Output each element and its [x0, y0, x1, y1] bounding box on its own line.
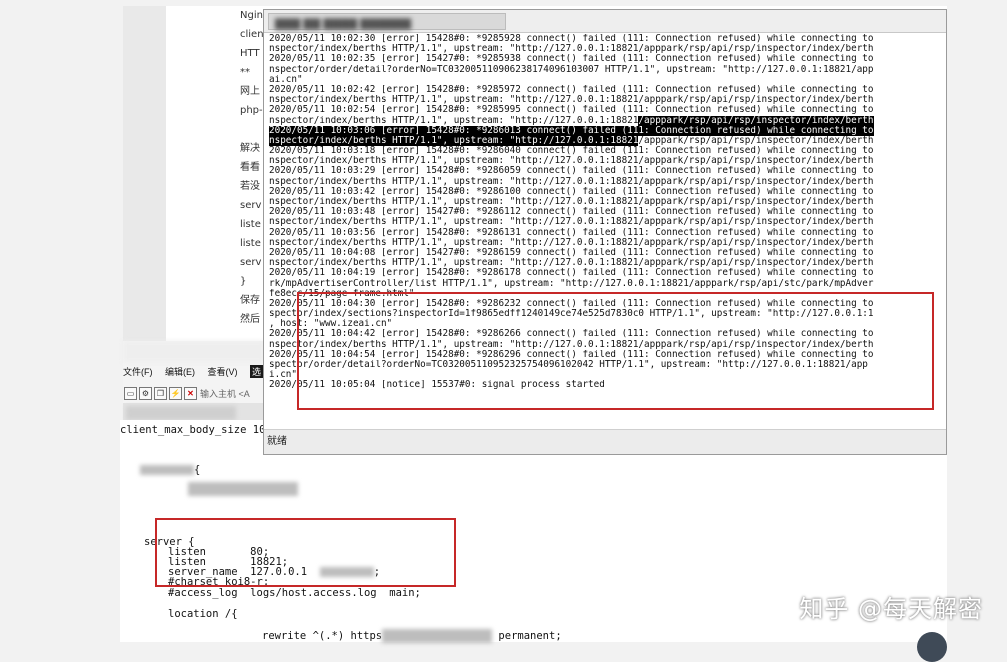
log-line: 2020/05/11 10:03:29 [error] 15428#0: *92…	[269, 166, 874, 177]
config-line: rewrite ^(.*) https permanent;	[262, 629, 562, 643]
log-window-tab[interactable]: ▇▇▇ ▇▇ ▇▇▇▇ ▇▇▇▇▇▇	[268, 13, 506, 30]
redacted-text	[188, 482, 298, 496]
folder-icon[interactable]: ▭	[124, 387, 137, 400]
log-line: ai.cn"	[269, 74, 303, 85]
config-line: client_max_body_size 10	[120, 424, 266, 436]
log-line: 2020/05/11 10:04:08 [error] 15427#0: *92…	[269, 247, 874, 258]
avatar	[917, 632, 947, 662]
log-line: nspector/index/berths HTTP/1.1", upstrea…	[269, 197, 874, 207]
log-line: 2020/05/11 10:02:30 [error] 15428#0: *92…	[269, 34, 874, 44]
connect-icon[interactable]: ⚙	[139, 387, 152, 400]
editor-toolbar: ▭ ⚙ ❐ ⚡ ✕ 输入主机 <A	[123, 383, 265, 401]
log-line: 2020/05/11 10:03:56 [error] 15428#0: *92…	[269, 227, 874, 238]
menu-edit[interactable]: 编辑(E)	[165, 365, 195, 378]
config-line: location /{	[168, 608, 238, 620]
menu-view[interactable]: 查看(V)	[208, 365, 238, 378]
log-line: nspector/index/berths HTTP/1.1", upstrea…	[269, 44, 874, 55]
log-window-titlebar[interactable]: ▇▇▇ ▇▇ ▇▇▇▇ ▇▇▇▇▇▇	[264, 10, 946, 33]
log-line: 2020/05/11 10:02:35 [error] 15427#0: *92…	[269, 54, 874, 65]
status-bar: 就绪	[264, 429, 946, 454]
log-line: nspector/index/berths HTTP/1.1", upstrea…	[269, 258, 874, 269]
editor-titlebar[interactable]	[123, 341, 265, 362]
config-line: #access_log logs/host.access.log main;	[168, 587, 421, 599]
log-line: 2020/05/11 10:03:06 [error] 15428#0: *92…	[269, 125, 946, 136]
log-line: nspector/index/berths HTTP/1.1", upstrea…	[269, 217, 874, 228]
log-line: nspector/index/berths HTTP/1.1", upstrea…	[269, 176, 874, 187]
log-line: 2020/05/11 10:03:18 [error] 15428#0: *92…	[269, 146, 874, 157]
redacted-text	[140, 465, 194, 475]
log-line: nspector/index/berths HTTP/1.1", upstrea…	[269, 115, 874, 126]
config-line	[188, 482, 298, 496]
close-icon[interactable]: ✕	[184, 387, 197, 400]
log-line: 2020/05/11 10:04:19 [error] 15428#0: *92…	[269, 268, 874, 279]
selected-text[interactable]: 2020/05/11 10:03:06 [error] 15428#0: *92…	[269, 125, 874, 136]
disconnect-icon[interactable]: ⚡	[169, 387, 182, 400]
selected-text[interactable]: /apppark/rsp/api/rsp/inspector/index/ber…	[638, 115, 874, 126]
log-line: nspector/index/berths HTTP/1.1", upstrea…	[269, 95, 874, 106]
log-line: nspector/order/detail?orderNo=TC03200511…	[269, 64, 874, 75]
log-line: 2020/05/11 10:02:54 [error] 15428#0: *92…	[269, 105, 874, 116]
config-line: {	[140, 465, 200, 476]
annotation-box-log	[297, 292, 934, 410]
log-line: rk/mpAdvertiserController/list HTTP/1.1"…	[269, 278, 874, 289]
menu-file[interactable]: 文件(F)	[123, 365, 153, 378]
host-input-label[interactable]: 输入主机 <A	[200, 387, 250, 400]
selected-text[interactable]: nspector/index/berths HTTP/1.1", upstrea…	[269, 135, 639, 146]
log-line: nspector/index/berths HTTP/1.1", upstrea…	[269, 135, 874, 146]
log-line: 2020/05/11 10:02:42 [error] 15428#0: *92…	[269, 84, 874, 95]
editor-menubar: 文件(F) 编辑(E) 查看(V) 选	[123, 365, 264, 381]
log-line: nspector/index/berths HTTP/1.1", upstrea…	[269, 156, 874, 167]
background-margin	[123, 6, 166, 341]
redacted-text	[382, 629, 493, 643]
watermark: 知乎 @每天解密	[799, 595, 983, 623]
editor-tab[interactable]	[126, 406, 236, 420]
log-line: 2020/05/11 10:03:42 [error] 15428#0: *92…	[269, 186, 874, 197]
menu-select[interactable]: 选	[250, 365, 264, 378]
log-line: nspector/index/berths HTTP/1.1", upstrea…	[269, 237, 874, 248]
editor-window: 文件(F) 编辑(E) 查看(V) 选 ▭ ⚙ ❐ ⚡ ✕ 输入主机 <A	[123, 341, 265, 430]
copy-icon[interactable]: ❐	[154, 387, 167, 400]
annotation-box-config	[155, 518, 456, 587]
log-line: 2020/05/11 10:03:48 [error] 15427#0: *92…	[269, 207, 874, 218]
